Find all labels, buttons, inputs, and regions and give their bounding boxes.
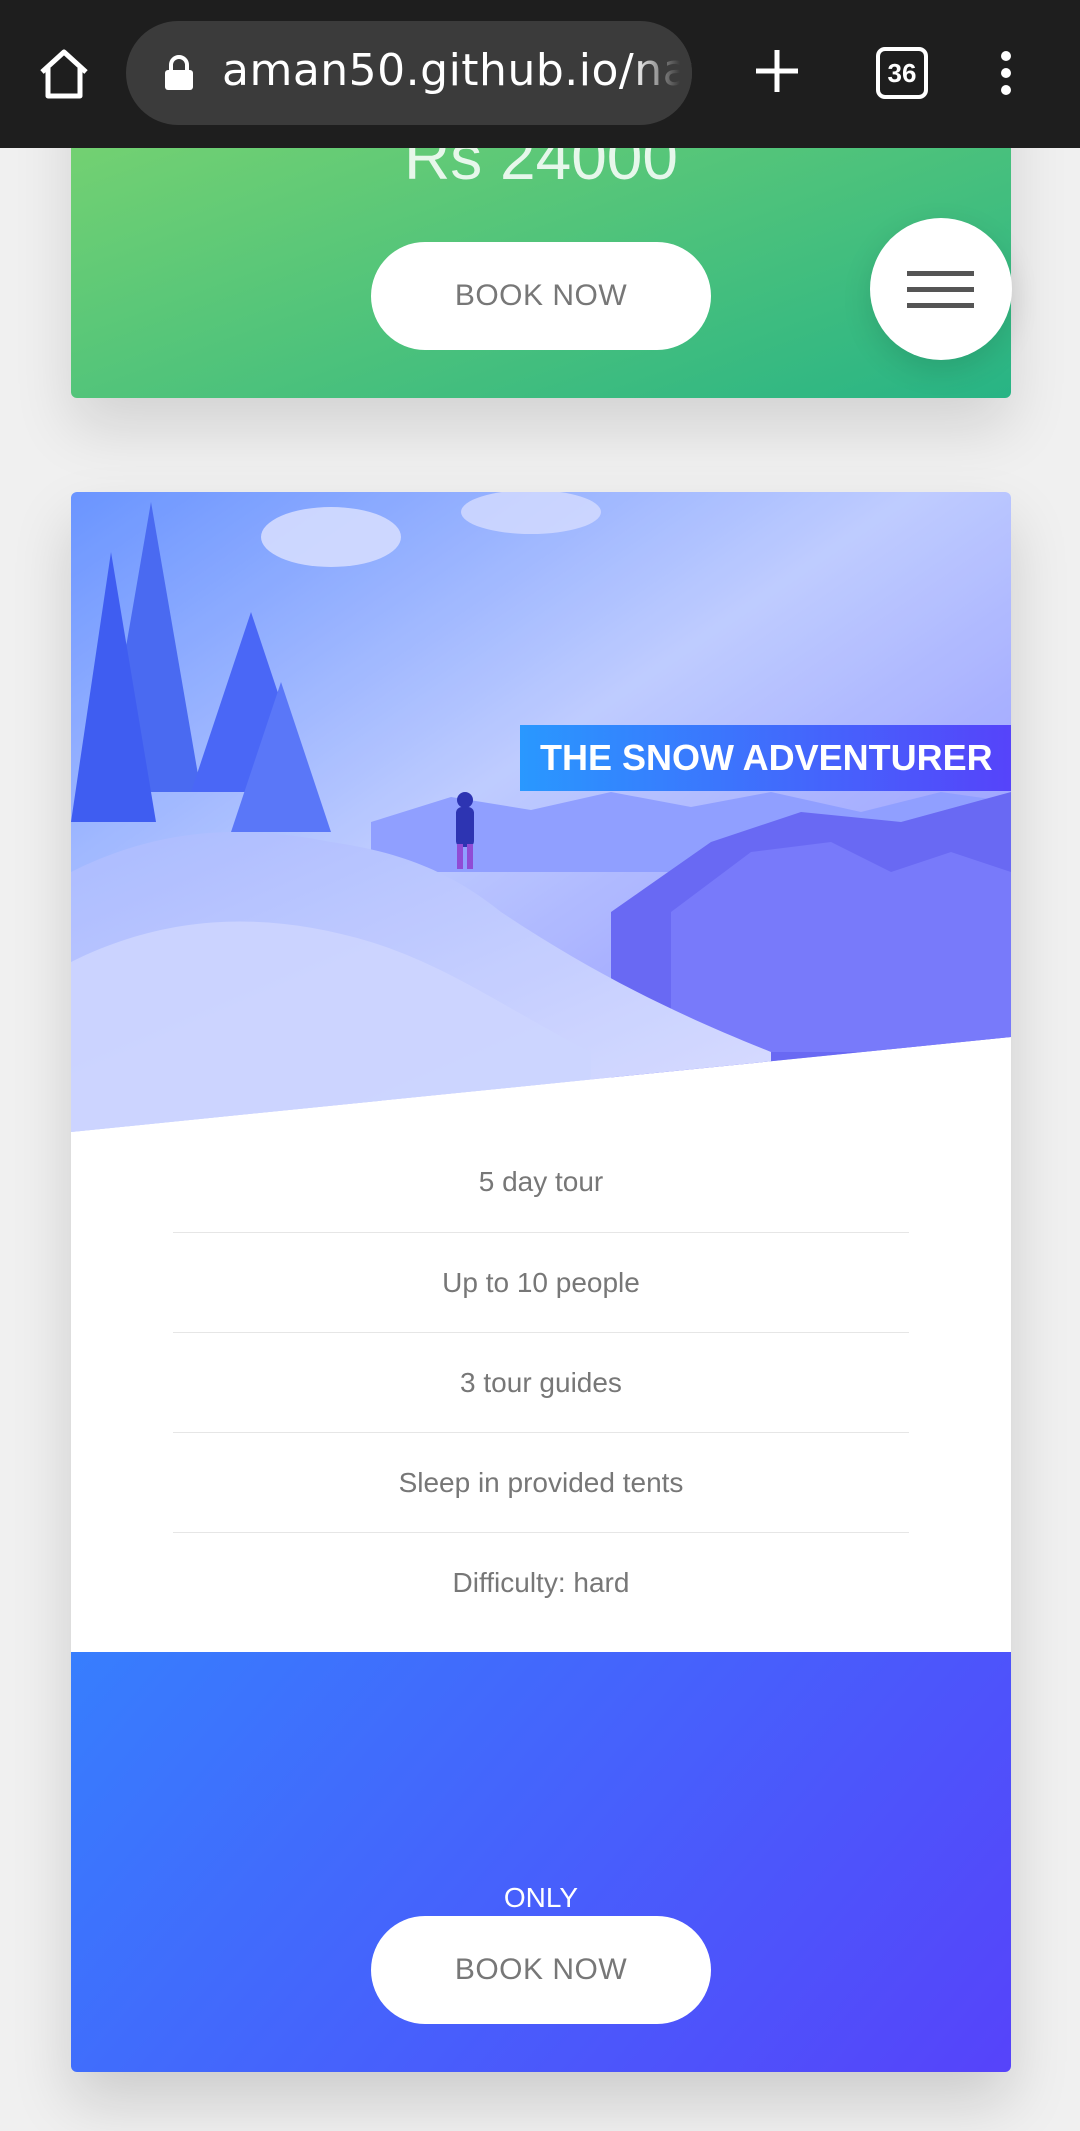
price-only-label: ONLY bbox=[503, 1882, 579, 1913]
lock-icon bbox=[165, 55, 193, 90]
tour-details-list: 5 day tour Up to 10 people 3 tour guides… bbox=[173, 1132, 909, 1632]
tab-switcher-button[interactable]: 36 bbox=[876, 47, 928, 99]
plus-icon[interactable] bbox=[750, 44, 804, 98]
book-now-button[interactable]: BOOK NOW bbox=[371, 242, 711, 350]
url-fade bbox=[632, 21, 692, 125]
tour-detail-item: Difficulty: hard bbox=[452, 1566, 630, 1598]
tour-detail-item: Sleep in provided tents bbox=[173, 1433, 909, 1533]
book-now-button[interactable]: BOOK NOW bbox=[371, 1916, 711, 2024]
tour-detail-item: Up to 10 people bbox=[173, 1233, 909, 1333]
url-text: aman50.github.io/natours bbox=[222, 45, 692, 96]
hamburger-icon-line bbox=[907, 303, 974, 308]
tour-detail-item: 3 tour guides bbox=[173, 1333, 909, 1433]
browser-toolbar: aman50.github.io/natours 36 bbox=[0, 0, 1080, 148]
hamburger-icon bbox=[907, 271, 974, 276]
address-bar[interactable]: aman50.github.io/natours bbox=[126, 21, 692, 125]
tour-card-picture bbox=[71, 492, 1011, 1132]
tour-detail-item: 5 day tour bbox=[173, 1132, 909, 1233]
more-vert-icon[interactable] bbox=[990, 50, 1022, 96]
tour-card-heading: THE SNOW ADVENTURER bbox=[520, 725, 1011, 791]
hamburger-icon-line bbox=[907, 287, 974, 292]
navigation-toggle-button[interactable] bbox=[870, 218, 1012, 360]
tour-card: THE SNOW ADVENTURER 5 day tour Up to 10 … bbox=[71, 492, 1011, 2072]
home-icon[interactable] bbox=[34, 44, 94, 104]
